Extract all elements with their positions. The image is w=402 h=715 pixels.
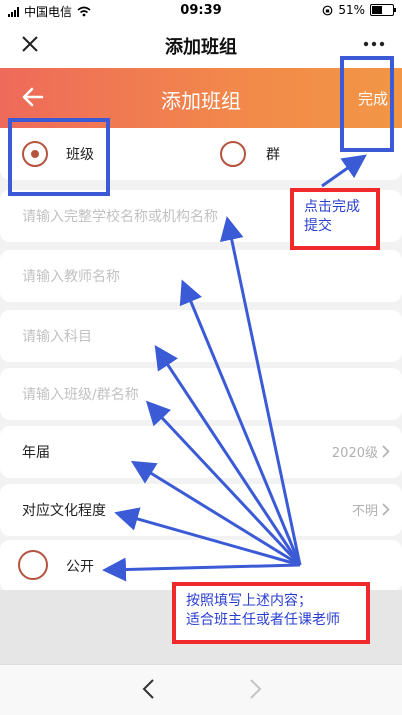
annotation-highlight-type: [8, 118, 110, 196]
public-label: 公开: [66, 559, 94, 575]
year-label: 年届: [22, 445, 50, 461]
annotation-fill-note: 按照填写上述内容； 适合班主任或者任课老师: [172, 582, 370, 644]
chevron-right-icon: [382, 503, 390, 516]
annotation-fill-line1: 按照填写上述内容；: [186, 593, 312, 609]
chevron-left-icon[interactable]: [138, 677, 160, 701]
school-input-placeholder: 请输入完整学校名称或机构名称: [22, 209, 218, 225]
battery-percent: 51%: [338, 3, 365, 17]
class-name-field[interactable]: 请输入班级/群名称: [0, 368, 402, 420]
class-name-input-placeholder: 请输入班级/群名称: [22, 387, 139, 403]
teacher-input-placeholder: 请输入教师名称: [22, 269, 120, 285]
more-icon[interactable]: [362, 32, 386, 56]
group-radio[interactable]: [220, 141, 246, 167]
education-level-selector[interactable]: 对应文化程度 不明: [0, 484, 402, 536]
annotation-fill-line2: 适合班主任或者任课老师: [186, 612, 340, 628]
battery-icon: [370, 4, 396, 16]
teacher-field[interactable]: 请输入教师名称: [0, 250, 402, 302]
group-option-label: 群: [266, 147, 280, 163]
annotation-submit-note: 点击完成提交: [290, 188, 380, 250]
chevron-right-icon: [250, 679, 262, 699]
education-level-value: 不明: [351, 504, 378, 519]
public-radio[interactable]: [18, 550, 48, 580]
chevron-right-icon: [382, 445, 390, 458]
education-level-label: 对应文化程度: [22, 503, 106, 519]
subject-field[interactable]: 请输入科目: [0, 310, 402, 362]
year-value: 2020级: [331, 446, 378, 461]
subject-input-placeholder: 请输入科目: [22, 329, 92, 345]
annotation-highlight-done: [340, 56, 394, 152]
status-bar: 中国电信 09:39 51%: [0, 0, 402, 22]
orientation-lock-icon: [322, 5, 333, 15]
year-selector[interactable]: 年届 2020级: [0, 426, 402, 478]
annotation-submit-text: 点击完成提交: [304, 199, 360, 234]
browser-toolbar: [0, 664, 402, 715]
